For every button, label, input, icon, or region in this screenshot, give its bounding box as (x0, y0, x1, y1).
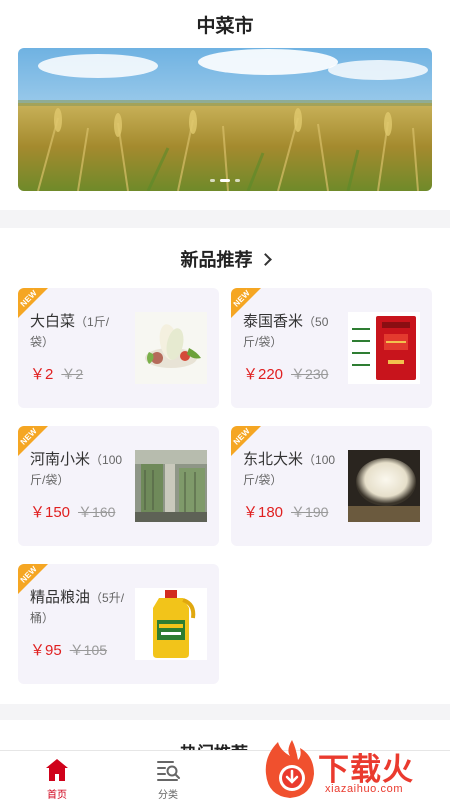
product-card[interactable]: NEW 河南小米（100斤/袋） ￥150 ￥160 (18, 426, 219, 546)
product-name-text: 泰国香米 (243, 313, 304, 330)
tab-home-label: 首页 (47, 790, 67, 800)
new-products-header[interactable]: 新品推荐 (0, 241, 450, 277)
product-name: 精品粮油（5升/桶） (30, 588, 125, 628)
price-row: ￥180 ￥190 (243, 501, 328, 522)
carousel-dot-active[interactable] (220, 179, 230, 182)
carousel-dot[interactable] (235, 179, 240, 182)
product-price: ￥150 (30, 504, 71, 521)
product-name-text: 东北大米 (243, 451, 304, 468)
product-price: ￥220 (243, 366, 284, 383)
watermark: 下载火 xiazaihuo.com (262, 738, 450, 800)
product-old-price: ￥160 (78, 504, 116, 520)
header: 中菜市 (0, 0, 450, 48)
watermark-url: xiazaihuo.com (325, 783, 404, 795)
price-row: ￥2 ￥2 (30, 363, 83, 384)
rice-grains-image (348, 450, 420, 522)
tab-home[interactable]: 首页 (27, 757, 87, 800)
product-old-price: ￥105 (69, 642, 108, 658)
oil-bottle-image (135, 588, 207, 660)
price-row: ￥220 ￥230 (243, 363, 328, 384)
flame-logo-icon (265, 740, 314, 798)
product-name-text: 精品粮油 (30, 589, 91, 606)
banner-carousel[interactable] (18, 48, 432, 191)
product-price: ￥95 (30, 642, 62, 659)
section-divider (0, 210, 450, 228)
product-name: 大白菜（1斤/袋） (30, 312, 125, 352)
cabbage-image (135, 312, 207, 384)
product-price: ￥180 (243, 504, 284, 521)
product-name-text: 河南小米 (30, 451, 91, 468)
product-name: 东北大米（100斤/袋） (243, 450, 338, 490)
product-card[interactable]: NEW 泰国香米（50斤/袋） ￥220 ￥230 (231, 288, 432, 408)
tab-category-label: 分类 (158, 790, 178, 800)
home-icon (46, 759, 68, 781)
tab-category[interactable]: 分类 (138, 757, 198, 800)
carousel-dot[interactable] (210, 179, 215, 182)
warehouse-image (135, 450, 207, 522)
product-old-price: ￥2 (61, 366, 84, 382)
price-row: ￥150 ￥160 (30, 501, 115, 522)
product-name: 泰国香米（50斤/袋） (243, 312, 338, 352)
section-divider (0, 704, 450, 720)
banner-wheat-field-image (18, 48, 432, 191)
product-old-price: ￥230 (291, 366, 329, 382)
product-price: ￥2 (30, 366, 54, 383)
product-old-price: ￥190 (291, 504, 329, 520)
product-name-text: 大白菜 (30, 313, 76, 330)
product-card[interactable]: NEW 大白菜（1斤/袋） ￥2 ￥2 (18, 288, 219, 408)
carousel-indicator (18, 179, 432, 182)
product-card[interactable]: NEW 东北大米（100斤/袋） ￥180 ￥190 (231, 426, 432, 546)
product-card[interactable]: NEW 精品粮油（5升/桶） ￥95 ￥105 (18, 564, 219, 684)
page-title: 中菜市 (196, 15, 254, 37)
price-row: ￥95 ￥105 (30, 639, 107, 660)
new-products-title: 新品推荐 (180, 250, 253, 270)
chevron-right-icon[interactable] (258, 252, 272, 266)
product-name: 河南小米（100斤/袋） (30, 450, 125, 490)
category-icon (157, 761, 180, 781)
rice-bag-image (348, 312, 420, 384)
